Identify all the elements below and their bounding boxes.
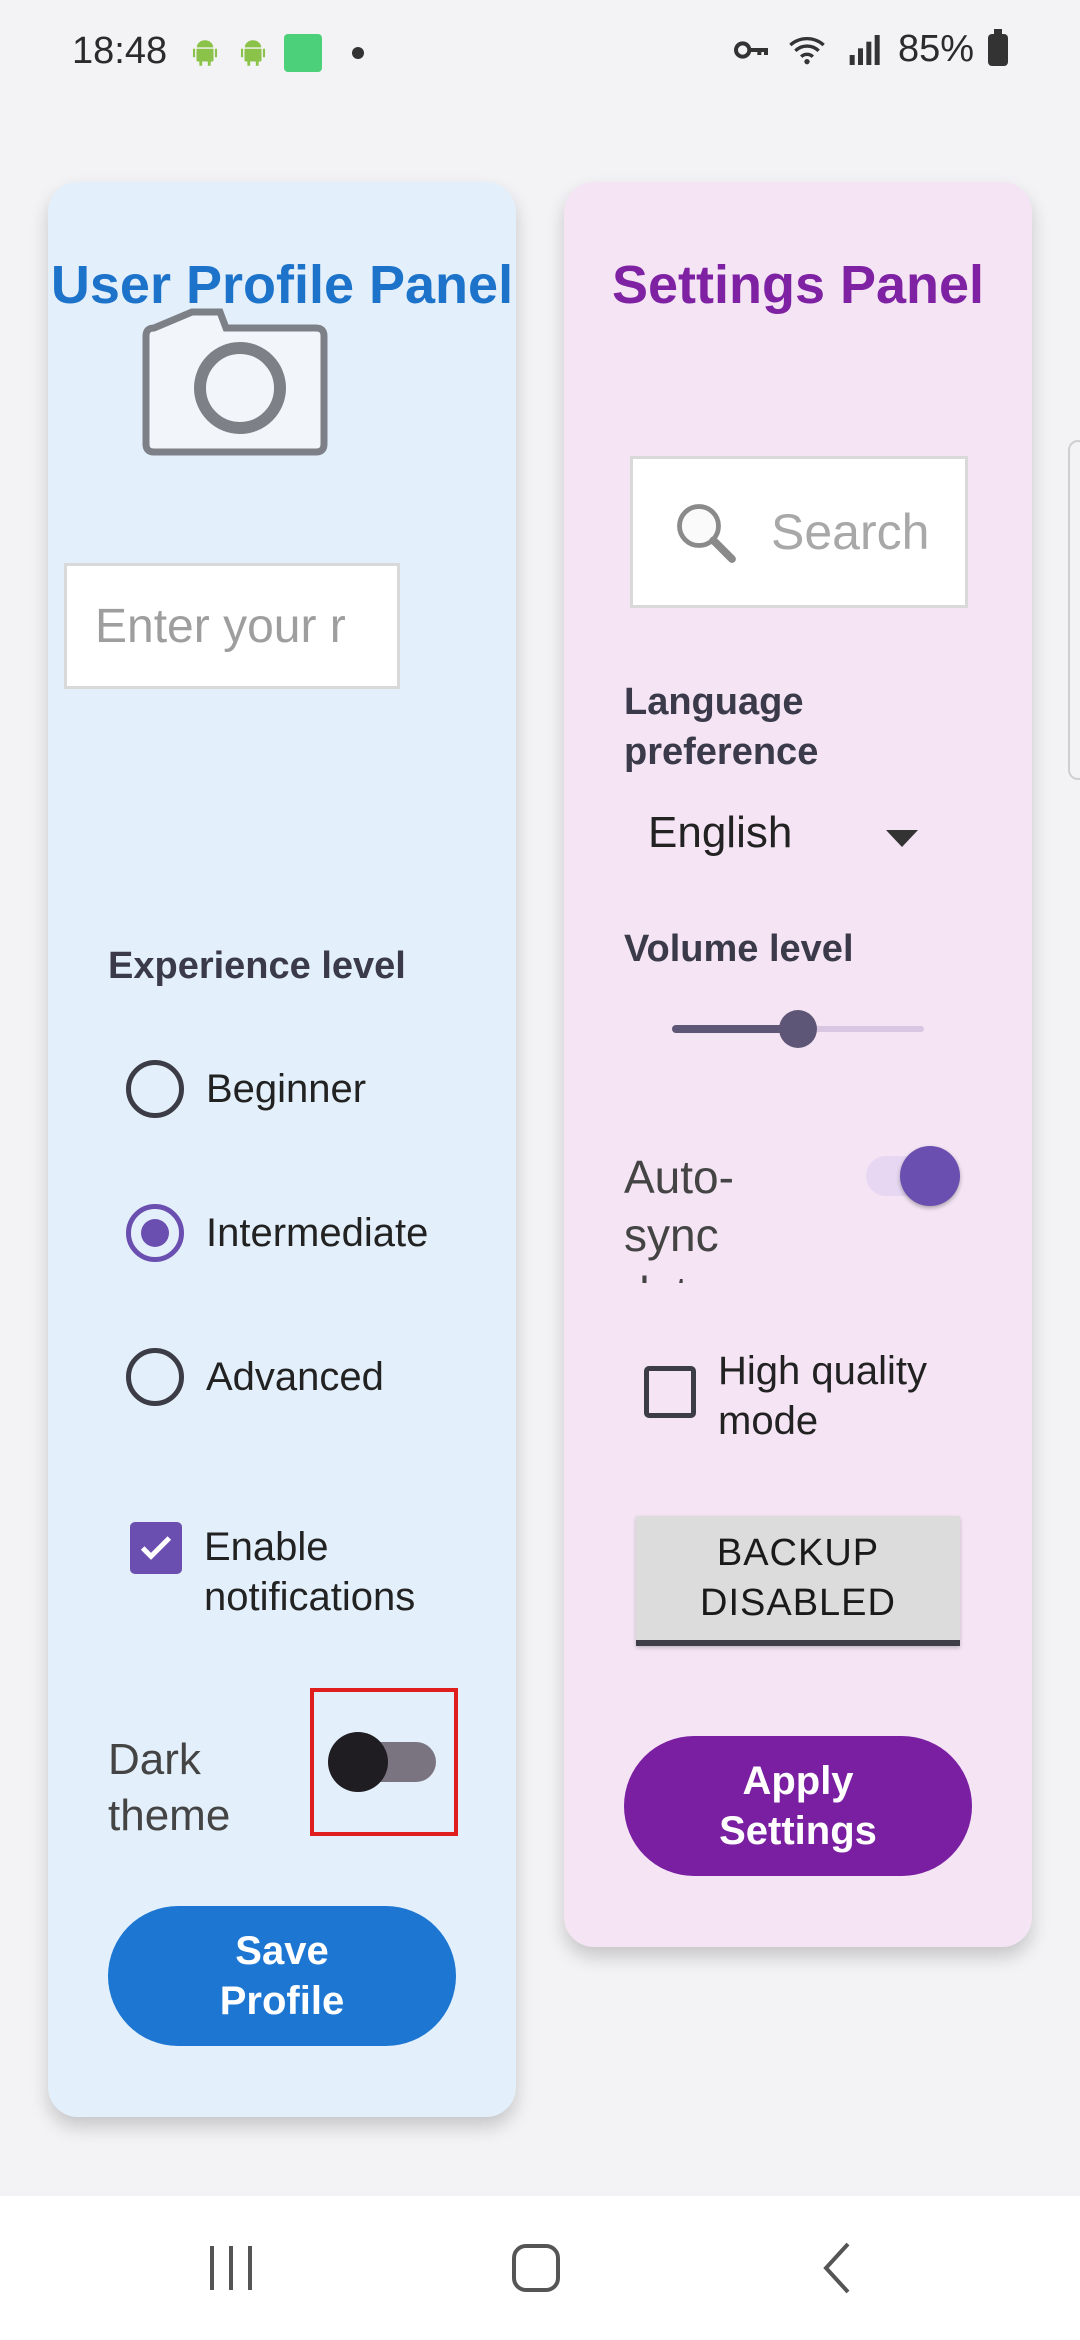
apply-settings-label: Apply Settings xyxy=(719,1759,877,1853)
signal-icon xyxy=(849,34,880,65)
status-time: 18:48 xyxy=(72,30,168,72)
settings-panel xyxy=(564,182,1032,1947)
search-icon xyxy=(677,504,736,563)
android-icon xyxy=(240,40,266,66)
notifications-label: Enable notifications xyxy=(204,1525,416,1619)
language-preference-label: Language preference xyxy=(624,681,819,773)
radio-beginner[interactable]: Beginner xyxy=(126,1060,366,1118)
radio-intermediate[interactable]: Intermediate xyxy=(126,1204,428,1262)
name-input-placeholder: Enter your r xyxy=(95,599,346,653)
auto-sync-switch[interactable] xyxy=(864,1144,974,1208)
backup-button[interactable]: BACKUP DISABLED xyxy=(636,1516,960,1646)
language-value: English xyxy=(648,808,793,857)
system-icons: 85% xyxy=(730,28,1008,71)
dot-icon xyxy=(352,47,364,59)
status-bar: 18:48 85% xyxy=(0,0,1080,110)
notifications-checkbox-row[interactable]: Enable notifications xyxy=(130,1522,460,1622)
radio-label-beginner: Beginner xyxy=(206,1066,367,1111)
auto-sync-label: Auto-sync data xyxy=(624,1151,734,1283)
backup-button-label: BACKUP DISABLED xyxy=(700,1532,896,1624)
language-dropdown[interactable]: English xyxy=(648,808,792,858)
search-placeholder: Search xyxy=(771,504,930,560)
radio-label-intermediate: Intermediate xyxy=(206,1210,429,1255)
search-field[interactable]: Search xyxy=(630,456,968,608)
apply-settings-button[interactable]: Apply Settings xyxy=(624,1736,972,1876)
home-icon[interactable] xyxy=(508,2238,568,2298)
name-input[interactable]: Enter your r xyxy=(64,563,400,689)
check-icon xyxy=(140,1536,172,1560)
high-quality-checkbox-row[interactable]: High quality mode xyxy=(644,1346,974,1446)
notification-icons xyxy=(188,34,364,72)
battery-percent: 85% xyxy=(897,28,974,70)
android-icon xyxy=(192,40,218,66)
save-profile-button[interactable]: Save Profile xyxy=(108,1906,456,2046)
switch-thumb[interactable] xyxy=(900,1146,960,1206)
app-notification-icon xyxy=(284,34,322,72)
experience-level-label: Experience level xyxy=(108,945,406,987)
volume-level-label: Volume level xyxy=(624,928,854,970)
save-profile-label: Save Profile xyxy=(219,1929,345,2023)
edge-panel-handle[interactable] xyxy=(1068,440,1080,780)
radio-button-selected[interactable] xyxy=(126,1204,184,1262)
high-quality-checkbox[interactable] xyxy=(644,1366,696,1418)
dark-theme-label: Dark theme xyxy=(108,1735,231,1840)
camera-icon[interactable] xyxy=(140,300,330,460)
high-quality-label: High quality mode xyxy=(718,1349,928,1443)
vpn-key-icon xyxy=(733,40,768,59)
radio-button[interactable] xyxy=(126,1060,184,1118)
radio-advanced[interactable]: Advanced xyxy=(126,1348,384,1406)
battery-icon xyxy=(988,28,1008,66)
volume-slider-thumb[interactable] xyxy=(779,1010,817,1048)
notifications-checkbox[interactable] xyxy=(130,1522,182,1574)
wifi-icon xyxy=(789,36,825,64)
radio-button[interactable] xyxy=(126,1348,184,1406)
navigation-bar xyxy=(0,2196,1080,2340)
dropdown-caret-icon[interactable] xyxy=(886,830,918,847)
radio-label-advanced: Advanced xyxy=(206,1354,384,1399)
highlight-box xyxy=(310,1688,458,1836)
back-icon[interactable] xyxy=(818,2238,858,2298)
recent-apps-icon[interactable] xyxy=(206,2238,256,2298)
settings-panel-title: Settings Panel xyxy=(611,255,985,315)
